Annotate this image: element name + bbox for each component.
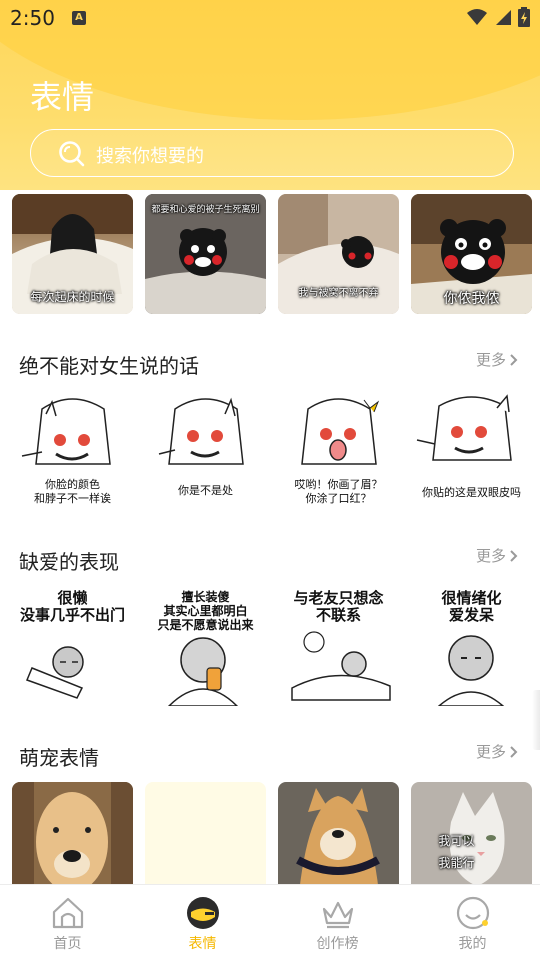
- sticker-item[interactable]: 你脸的颜色 和脖子不一样诶: [12, 394, 133, 514]
- system-icons: [466, 7, 530, 27]
- sticker-caption: 你脸的颜色 和脖子不一样诶: [34, 478, 111, 505]
- page-title: 表情: [30, 78, 95, 116]
- sticker-image: [158, 397, 244, 465]
- sticker-caption: 你贴的这是双眼皮吗: [422, 486, 521, 499]
- tab-label: 表情: [188, 936, 217, 952]
- sticker-item[interactable]: 你是不是处: [145, 394, 266, 514]
- sticker-caption: 与老友只想念 不联系: [293, 589, 384, 624]
- emoji-screen: 2:50 A 表情 搜索你想要的 每次起床的时候 都要和心爱的被子生死离别 我与…: [0, 0, 540, 960]
- header: 2:50 A 表情 搜索你想要的: [0, 0, 540, 190]
- section-title: 绝不能对女生说的话: [19, 354, 199, 378]
- profile-icon: [456, 896, 489, 930]
- sticker-image: [301, 398, 380, 465]
- search-icon: [59, 141, 85, 167]
- sticker-caption: 很情绪化 爱发呆: [441, 589, 502, 624]
- featured-row: 每次起床的时候 都要和心爱的被子生死离别 我与被窝不离不弃 你侬我侬: [12, 194, 532, 314]
- pet-caption: 我可以 我能行: [438, 834, 475, 870]
- section-title: 缺爱的表现: [19, 550, 119, 574]
- search-placeholder: 搜索你想要的: [96, 146, 204, 167]
- sticker-item[interactable]: 你贴的这是双眼皮吗: [411, 394, 532, 514]
- sticker-item[interactable]: 擅长装傻 其实心里都明白 只是不愿意说出来: [145, 586, 266, 706]
- more-label: 更多: [475, 547, 506, 565]
- chevron-right-icon: [510, 549, 518, 562]
- sticker-image: [167, 637, 239, 706]
- sticker-image: [291, 631, 391, 701]
- more-link[interactable]: 更多: [476, 741, 518, 762]
- featured-caption: 都要和心爱的被子生死离别: [151, 205, 260, 215]
- notification-icon: A: [72, 11, 86, 25]
- featured-item[interactable]: 我与被窝不离不弃: [278, 194, 399, 314]
- tab-ranking[interactable]: 创作榜: [270, 885, 405, 960]
- search-input[interactable]: 搜索你想要的: [30, 129, 514, 177]
- tab-home[interactable]: 首页: [0, 885, 135, 960]
- signal-icon: [496, 10, 511, 25]
- sticker-caption: 你是不是处: [178, 484, 233, 497]
- featured-caption: 我与被窝不离不弃: [298, 288, 379, 299]
- sticker-caption: 哎哟！你画了眉？ 你涂了口红？: [294, 478, 383, 505]
- chevron-right-icon: [510, 745, 518, 758]
- battery-icon: [518, 7, 530, 27]
- more-link[interactable]: 更多: [476, 545, 518, 566]
- sticker-image: [21, 398, 111, 465]
- more-link[interactable]: 更多: [476, 349, 518, 370]
- featured-item[interactable]: 都要和心爱的被子生死离别: [145, 194, 266, 314]
- home-icon: [52, 897, 83, 929]
- sticker-caption: 很懒 没事几乎不出门: [19, 589, 125, 624]
- sticker-image: [437, 635, 505, 706]
- sticker-image: [26, 646, 84, 699]
- sticker-image: [416, 394, 512, 461]
- more-label: 更多: [475, 743, 506, 761]
- sticker-item[interactable]: 哎哟！你画了眉？ 你涂了口红？: [278, 394, 399, 514]
- bottom-tab-bar: 首页 表情 创作榜 我的: [0, 884, 540, 960]
- featured-caption: 你侬我侬: [443, 291, 500, 307]
- sticker-item[interactable]: 很情绪化 爱发呆: [411, 586, 532, 706]
- tab-emoji[interactable]: 表情: [135, 885, 270, 960]
- sticker-caption: 擅长装傻 其实心里都明白 只是不愿意说出来: [157, 590, 254, 632]
- wifi-icon: [467, 9, 487, 25]
- sticker-item[interactable]: 与老友只想念 不联系: [278, 586, 399, 706]
- more-label: 更多: [475, 351, 506, 369]
- tab-label: 创作榜: [316, 936, 359, 952]
- crown-icon: [322, 901, 353, 929]
- tab-label: 首页: [53, 936, 82, 952]
- status-time: 2:50: [10, 6, 55, 30]
- tab-profile[interactable]: 我的: [405, 885, 540, 960]
- chevron-right-icon: [510, 353, 518, 366]
- featured-item[interactable]: 每次起床的时候: [12, 194, 133, 314]
- section-title: 萌宠表情: [19, 746, 99, 770]
- featured-item[interactable]: 你侬我侬: [411, 194, 532, 314]
- tab-label: 我的: [458, 936, 487, 952]
- section-row: 很懒 没事几乎不出门 擅长装傻 其实心里都明白 只是不愿意说出来 与老友只想念 …: [12, 586, 532, 706]
- emoji-icon: [186, 897, 219, 929]
- sticker-item[interactable]: 很懒 没事几乎不出门: [12, 586, 133, 706]
- section-row: 你脸的颜色 和脖子不一样诶 你是不是处 哎哟！你画了眉？ 你涂了口红？ 你贴的这…: [12, 394, 532, 514]
- featured-caption: 每次起床的时候: [30, 290, 115, 304]
- status-bar: 2:50 A: [0, 0, 540, 36]
- scroll-edge: [532, 690, 540, 750]
